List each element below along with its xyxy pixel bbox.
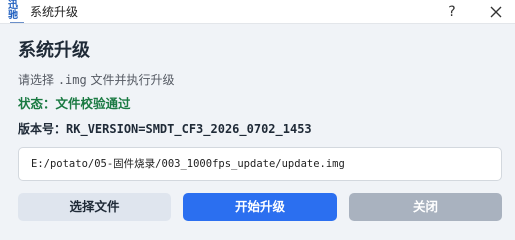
- instruction-prefix: 请选择: [18, 73, 58, 87]
- status-value: 文件校验通过: [55, 96, 131, 111]
- version-line: 版本号：RK_VERSION=SMDT_CF3_2026_0702_1453: [18, 121, 312, 137]
- window-title: 系统升级: [30, 5, 79, 19]
- file-path-value: E:/potato/05-固件烧录/003_1000fps_update/upd…: [31, 158, 345, 170]
- instruction-suffix: 文件并执行升级: [86, 73, 175, 87]
- page-title: 系统升级: [18, 40, 90, 61]
- close-icon[interactable]: [486, 2, 506, 22]
- status-line: 状态：文件校验通过: [18, 96, 131, 112]
- version-label: 版本号：: [18, 122, 67, 136]
- status-label: 状态：: [18, 96, 56, 111]
- app-logo-text: 迅驰: [8, 0, 18, 21]
- close-button[interactable]: 关闭: [349, 193, 502, 221]
- close-x-glyph: [490, 6, 502, 18]
- app-logo-underline: [9, 21, 24, 23]
- file-path-field[interactable]: E:/potato/05-固件烧录/003_1000fps_update/upd…: [18, 147, 502, 181]
- version-value: RK_VERSION=SMDT_CF3_2026_0702_1453: [66, 122, 312, 136]
- help-icon[interactable]: ?: [442, 2, 462, 22]
- upgrade-dialog: 迅驰 系统升级 ? 系统升级 请选择 .img 文件并执行升级 状态：文件校验通…: [0, 0, 515, 235]
- select-file-button[interactable]: 选择文件: [18, 193, 171, 221]
- app-logo-icon: 迅驰: [8, 0, 25, 23]
- title-bar: 迅驰 系统升级 ?: [0, 0, 515, 24]
- start-upgrade-button[interactable]: 开始升级: [183, 193, 337, 221]
- instruction-text: 请选择 .img 文件并执行升级: [18, 72, 175, 88]
- instruction-extension: .img: [57, 73, 87, 87]
